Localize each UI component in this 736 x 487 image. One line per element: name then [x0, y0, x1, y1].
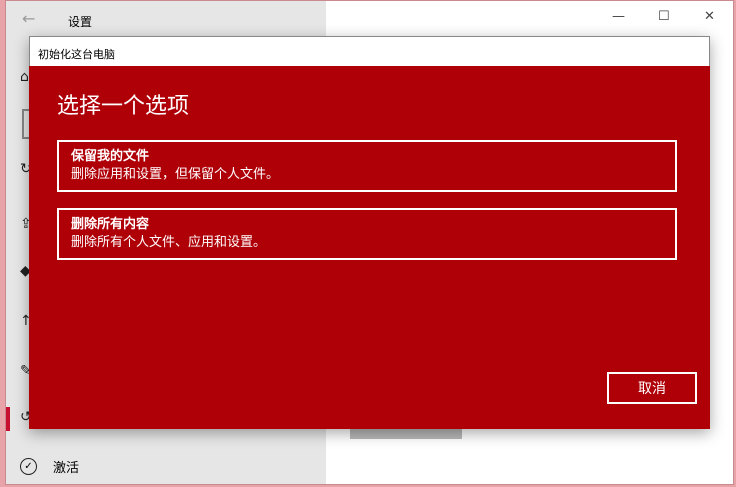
option-title: 保留我的文件 [71, 149, 150, 164]
back-arrow-icon[interactable]: ← [22, 9, 35, 28]
selected-indicator [6, 407, 10, 431]
check-circle-icon: ✓ [20, 458, 37, 475]
reset-pc-dialog: 初始化这台电脑 选择一个选项 保留我的文件 删除应用和设置，但保留个人文件。 删… [29, 36, 710, 429]
nav-item-label: 激活 [53, 461, 80, 476]
option-title: 删除所有内容 [71, 217, 150, 232]
close-button[interactable]: ✕ [704, 9, 715, 24]
option-desc: 删除所有个人文件、应用和设置。 [71, 235, 267, 250]
option-desc: 删除应用和设置，但保留个人文件。 [71, 167, 280, 182]
settings-title: 设置 [68, 15, 93, 29]
option-keep-files[interactable]: 保留我的文件 删除应用和设置，但保留个人文件。 [57, 140, 677, 192]
maximize-button[interactable]: ☐ [658, 9, 670, 24]
minimize-button[interactable]: — [612, 9, 625, 24]
home-icon[interactable]: ⌂ [20, 69, 29, 85]
cancel-button[interactable]: 取消 [607, 372, 697, 404]
dialog-title: 初始化这台电脑 [29, 36, 710, 66]
nav-item-activate[interactable]: ✓ 激活 [20, 457, 79, 476]
option-remove-everything[interactable]: 删除所有内容 删除所有个人文件、应用和设置。 [57, 208, 677, 260]
dialog-heading: 选择一个选项 [57, 94, 190, 119]
